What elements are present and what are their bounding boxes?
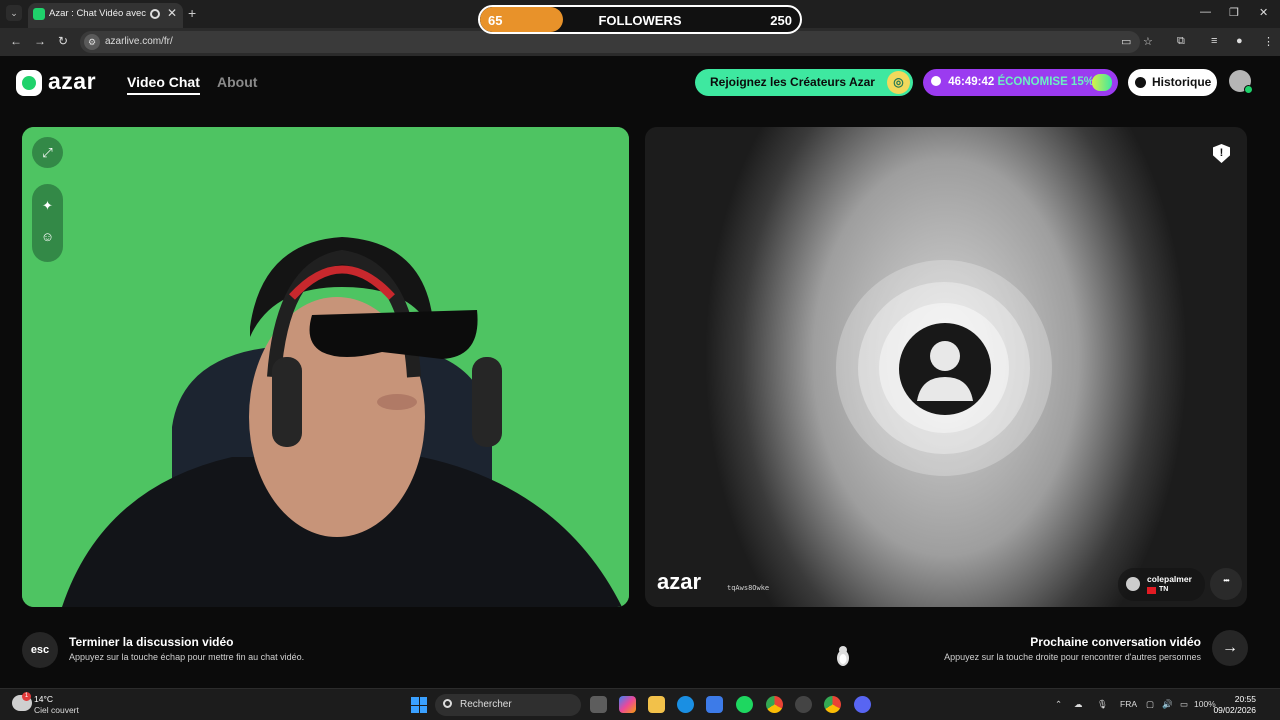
- tunisia-flag-icon: [1147, 587, 1156, 594]
- creators-badge-icon: ◎: [887, 71, 910, 94]
- magic-wand-icon[interactable]: ✦: [32, 190, 63, 221]
- reading-list-icon[interactable]: ≡: [1211, 35, 1217, 47]
- bookmark-star-icon[interactable]: ☆: [1143, 35, 1153, 48]
- join-creators-label: Rejoignez les Créateurs Azar: [710, 75, 875, 89]
- peer-info-chip[interactable]: colepalmer TN: [1118, 568, 1205, 601]
- clock-time[interactable]: 20:55: [1235, 694, 1256, 704]
- onedrive-icon[interactable]: ☁: [1074, 699, 1083, 710]
- azar-watermark: azar: [657, 569, 702, 594]
- tab-title: Azar : Chat Vidéo avec de n: [49, 8, 149, 19]
- microphone-icon[interactable]: 🎙: [1097, 699, 1108, 710]
- followers-goal: 250: [770, 13, 792, 28]
- azar-app: azar Video Chat About Rejoignez les Créa…: [0, 56, 1280, 688]
- profile-status-badge: [1244, 85, 1253, 94]
- peer-avatar: [1126, 577, 1140, 591]
- default-user-avatar-icon: [899, 323, 991, 415]
- fullscreen-toggle[interactable]: ⤢: [32, 137, 63, 168]
- tab-close-icon[interactable]: ✕: [167, 6, 177, 20]
- discord-icon[interactable]: [854, 696, 871, 713]
- promo-timer: 46:49:42: [948, 76, 995, 88]
- history-clock-icon: [1135, 77, 1146, 88]
- cast-icon[interactable]: ▭: [1121, 35, 1131, 48]
- volume-icon[interactable]: 🔊: [1162, 699, 1173, 710]
- clock-icon: [931, 76, 941, 86]
- next-chat-button[interactable]: →: [1212, 630, 1248, 666]
- copilot-icon[interactable]: [619, 696, 636, 713]
- clock-date[interactable]: 09/02/2026: [1213, 705, 1256, 715]
- maximize-button[interactable]: ❐: [1229, 6, 1239, 19]
- promo-button[interactable]: 46:49:42 ÉCONOMISE 15%: [923, 69, 1118, 96]
- close-window-button[interactable]: ✕: [1259, 6, 1268, 19]
- taskbar-search[interactable]: Rechercher: [435, 694, 581, 716]
- weather-alert-badge: 1: [22, 692, 31, 701]
- nav-about[interactable]: About: [217, 74, 257, 90]
- end-chat-button[interactable]: esc: [22, 632, 58, 668]
- url-field[interactable]: ⚙ azarlive.com/fr/: [80, 31, 1140, 53]
- effects-toolbar: ✦ ☺: [32, 184, 63, 262]
- followers-label: FOLLOWERS: [598, 13, 682, 28]
- reload-icon[interactable]: ↻: [58, 34, 68, 48]
- face-filter-icon[interactable]: ☺: [32, 221, 63, 252]
- peer-country: TN: [1159, 586, 1169, 593]
- task-view-icon[interactable]: [590, 696, 607, 713]
- back-icon[interactable]: ←: [10, 34, 22, 48]
- url-text: azarlive.com/fr/: [105, 36, 173, 47]
- penguin-icon: [837, 646, 849, 666]
- spotify-icon[interactable]: [736, 696, 753, 713]
- report-shield-icon[interactable]: !: [1213, 144, 1230, 163]
- camera-feed-image: [22, 127, 629, 607]
- browser-menu-icon[interactable]: ⋮: [1263, 35, 1274, 48]
- end-chat-title: Terminer la discussion vidéo: [69, 635, 234, 649]
- followers-goal-bar: 65 FOLLOWERS 250: [478, 5, 802, 34]
- github-icon[interactable]: [795, 696, 812, 713]
- azar-favicon-icon: [33, 8, 45, 20]
- next-chat-hint: Appuyez sur la touche droite pour rencon…: [944, 652, 1201, 662]
- tray-expand-icon[interactable]: ⌃: [1055, 699, 1062, 710]
- join-creators-button[interactable]: Rejoignez les Créateurs Azar ◎: [695, 69, 913, 96]
- minimize-button[interactable]: —: [1200, 6, 1211, 18]
- battery-icon[interactable]: ▭: [1180, 699, 1188, 710]
- partner-video-view: ! azar tqAws8Owke colepalmer TN: [645, 127, 1247, 607]
- language-indicator[interactable]: FRA: [1120, 699, 1137, 709]
- forward-icon[interactable]: →: [34, 34, 46, 48]
- end-chat-hint: Appuyez sur la touche échap pour mettre …: [69, 652, 305, 662]
- extensions-icon[interactable]: ⧉: [1177, 35, 1185, 48]
- weather-temperature[interactable]: 14°C: [34, 694, 53, 704]
- gems-icon: [1092, 74, 1112, 91]
- history-label: Historique: [1152, 75, 1212, 89]
- edge-icon[interactable]: [677, 696, 694, 713]
- windows-taskbar: 1 14°C Ciel couvert Rechercher ⌃ ☁ 🎙 FRA…: [0, 688, 1280, 720]
- browser-tab[interactable]: Azar : Chat Vidéo avec de n ✕: [28, 3, 183, 28]
- search-icon: [443, 699, 452, 708]
- search-placeholder: Rechercher: [460, 699, 512, 710]
- new-tab-button[interactable]: +: [188, 5, 196, 21]
- nav-video-chat[interactable]: Video Chat: [127, 74, 200, 95]
- tab-search-menu-icon[interactable]: ⌄: [6, 5, 22, 21]
- expand-icon[interactable]: ⤢: [32, 137, 63, 168]
- file-explorer-icon[interactable]: [648, 696, 665, 713]
- self-camera-view: ⤢ ✦ ☺: [22, 127, 629, 607]
- azar-logo-icon[interactable]: [16, 70, 42, 96]
- chat-button[interactable]: [1210, 568, 1242, 600]
- browser-profile-icon[interactable]: ●: [1236, 35, 1243, 47]
- site-info-icon[interactable]: ⚙: [84, 34, 100, 50]
- recording-indicator-icon: [150, 9, 160, 19]
- chrome-active-icon[interactable]: [824, 696, 841, 713]
- promo-discount: ÉCONOMISE 15%: [997, 76, 1094, 88]
- next-chat-title: Prochaine conversation vidéo: [1030, 635, 1201, 649]
- chrome-icon[interactable]: [766, 696, 783, 713]
- windows-start-icon[interactable]: [411, 697, 427, 713]
- weather-description[interactable]: Ciel couvert: [34, 705, 79, 715]
- azar-logo-text[interactable]: azar: [48, 68, 96, 95]
- network-icon[interactable]: ▢: [1146, 699, 1154, 710]
- history-button[interactable]: Historique: [1128, 69, 1217, 96]
- store-icon[interactable]: [706, 696, 723, 713]
- peer-name: colepalmer: [1147, 574, 1192, 584]
- session-id: tqAws8Owke: [727, 584, 770, 592]
